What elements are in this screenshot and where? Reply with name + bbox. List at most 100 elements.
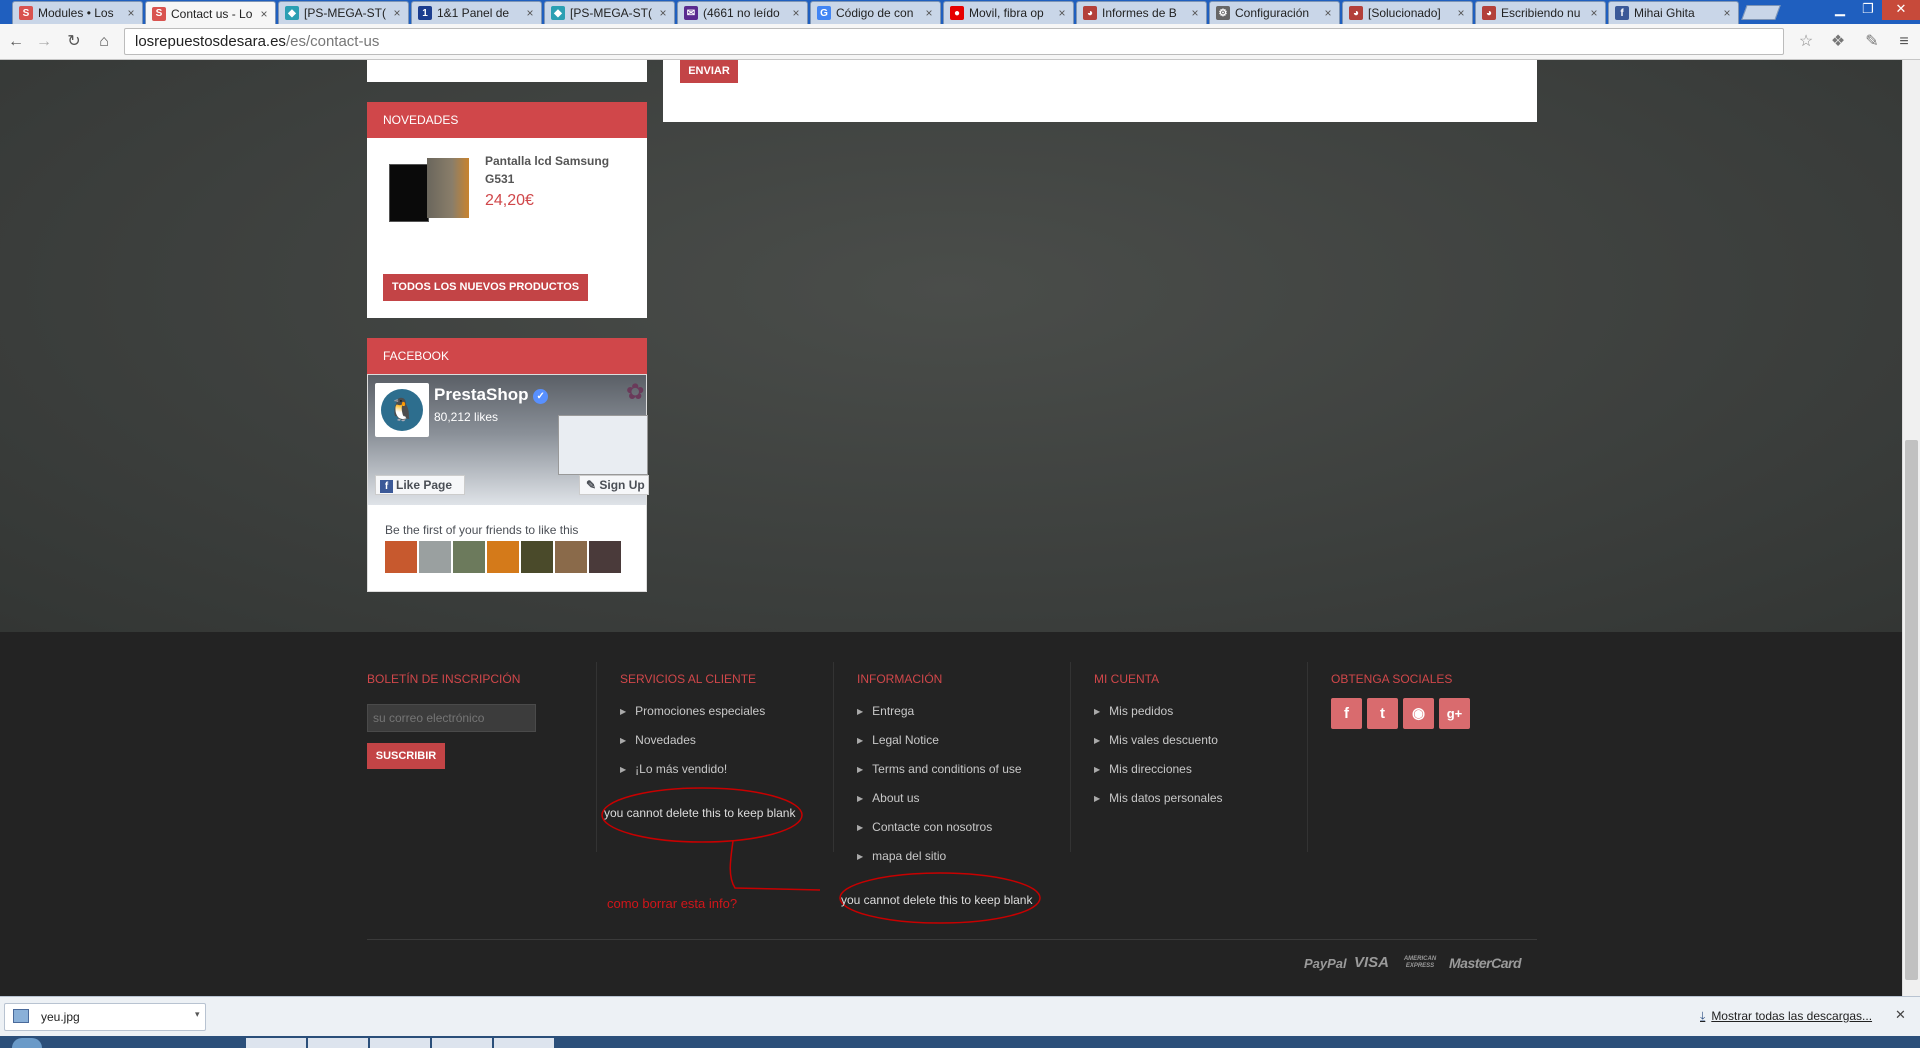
tab-favicon-icon: ◆ <box>285 6 299 20</box>
footer-link-pedidos[interactable]: ▶ Mis pedidos <box>1094 704 1173 718</box>
browser-tab[interactable]: ◕ Informes de B × <box>1076 1 1207 24</box>
tab-close-icon[interactable]: × <box>523 6 537 20</box>
footer-link-entrega[interactable]: ▶ Entrega <box>857 704 914 718</box>
os-taskbar <box>0 1036 1920 1048</box>
scrollbar-thumb[interactable] <box>1905 440 1918 980</box>
friend-avatar[interactable] <box>385 541 417 573</box>
friend-avatar[interactable] <box>589 541 621 573</box>
sign-up-button[interactable]: ✎ Sign Up <box>579 475 649 495</box>
tab-close-icon[interactable]: × <box>656 6 670 20</box>
taskbar-app[interactable] <box>246 1038 306 1048</box>
tab-title: Movil, fibra op <box>969 6 1044 20</box>
new-tab-button[interactable] <box>1741 5 1781 20</box>
browser-tab[interactable]: ⚙ Configuración × <box>1209 1 1340 24</box>
all-new-products-button[interactable]: TODOS LOS NUEVOS PRODUCTOS <box>383 274 588 301</box>
browser-tab[interactable]: ◆ [PS-MEGA-ST(× <box>544 1 675 24</box>
browser-tab[interactable]: ● Movil, fibra op × <box>943 1 1074 24</box>
friend-avatar[interactable] <box>487 541 519 573</box>
twitter-icon[interactable]: t <box>1367 698 1398 729</box>
chevron-down-icon[interactable]: ▾ <box>195 1009 200 1020</box>
friend-avatar[interactable] <box>419 541 451 573</box>
minimize-icon[interactable]: ▁ <box>1826 0 1854 20</box>
footer-link-datos[interactable]: ▶ Mis datos personales <box>1094 791 1223 805</box>
flower-icon: ✿ <box>626 379 645 404</box>
start-button[interactable] <box>12 1038 42 1048</box>
back-icon[interactable]: ← <box>6 32 26 52</box>
browser-tab[interactable]: ◕ Escribiendo nu × <box>1475 1 1606 24</box>
menu-icon[interactable]: ≡ <box>1894 32 1914 52</box>
caret-right-icon: ▶ <box>1094 794 1101 803</box>
newsletter-email-input[interactable] <box>367 704 536 732</box>
friend-avatar[interactable] <box>555 541 587 573</box>
tab-close-icon[interactable]: × <box>1321 6 1335 20</box>
tab-close-icon[interactable]: × <box>1587 6 1601 20</box>
tab-close-icon[interactable]: × <box>1188 6 1202 20</box>
show-all-downloads-link[interactable]: ⤓ Mostrar todas las descargas... <box>1700 1009 1872 1024</box>
reload-icon[interactable]: ↻ <box>64 32 84 52</box>
tab-close-icon[interactable]: × <box>1055 6 1069 20</box>
browser-tab[interactable]: S Contact us - Lo × <box>145 1 276 25</box>
browser-tab[interactable]: 1 1&1 Panel de × <box>411 1 542 24</box>
taskbar-app[interactable] <box>494 1038 554 1048</box>
taskbar-app[interactable] <box>370 1038 430 1048</box>
browser-tab[interactable]: ◕ [Solucionado] × <box>1342 1 1473 24</box>
like-page-button[interactable]: f Like Page <box>375 475 465 495</box>
browser-tab[interactable]: S Modules • Los × <box>12 1 143 24</box>
friend-avatar[interactable] <box>453 541 485 573</box>
footer-link-promociones[interactable]: ▶ Promociones especiales <box>620 704 765 718</box>
taskbar-app[interactable] <box>308 1038 368 1048</box>
address-bar[interactable]: losrepuestosdesara.es/es/contact-us <box>124 28 1784 55</box>
taskbar-app[interactable] <box>432 1038 492 1048</box>
tab-close-icon[interactable]: × <box>257 7 271 21</box>
footer-link-novedades[interactable]: ▶ Novedades <box>620 733 696 747</box>
tab-title: Contact us - Lo <box>171 6 253 21</box>
friend-avatar[interactable] <box>521 541 553 573</box>
tab-close-icon[interactable]: × <box>390 6 404 20</box>
send-button[interactable]: ENVIAR <box>680 60 738 83</box>
footer-link-direcciones[interactable]: ▶ Mis direcciones <box>1094 762 1192 776</box>
visa-logo: VISA <box>1354 954 1390 971</box>
tab-close-icon[interactable]: × <box>922 6 936 20</box>
browser-tab[interactable]: ✉ (4661 no leído × <box>677 1 808 24</box>
product-image-back <box>427 158 469 218</box>
tab-favicon-icon: S <box>19 6 33 20</box>
footer-link-legal[interactable]: ▶ Legal Notice <box>857 733 939 747</box>
facebook-page-name[interactable]: PrestaShop ✓ <box>434 385 549 405</box>
home-icon[interactable]: ⌂ <box>94 32 114 52</box>
restore-icon[interactable]: ❐ <box>1854 0 1882 20</box>
browser-tab[interactable]: ◆ [PS-MEGA-ST(× <box>278 1 409 24</box>
tab-close-icon[interactable]: × <box>789 6 803 20</box>
google-plus-icon[interactable]: g+ <box>1439 698 1470 729</box>
newsletter-heading: BOLETÍN DE INSCRIPCIÓN <box>367 672 521 686</box>
downloads-bar: yeu.jpg ▾ ⤓ Mostrar todas las descargas..… <box>0 996 1920 1036</box>
extension-icon[interactable]: ✎ <box>1862 32 1882 52</box>
facebook-heading: FACEBOOK <box>367 338 647 374</box>
download-item[interactable]: yeu.jpg ▾ <box>4 1003 206 1031</box>
forward-icon[interactable]: → <box>34 32 54 52</box>
dropbox-icon[interactable]: ❖ <box>1828 32 1848 52</box>
product-name[interactable]: Pantalla lcd Samsung G531 <box>485 152 635 188</box>
tab-title: [Solucionado] <box>1368 6 1441 20</box>
close-window-icon[interactable]: ✕ <box>1882 0 1920 20</box>
caret-right-icon: ▶ <box>1094 736 1101 745</box>
footer-link-mas-vendido[interactable]: ▶ ¡Lo más vendido! <box>620 762 727 776</box>
subscribe-button[interactable]: SUSCRIBIR <box>367 743 445 769</box>
footer-link-terms[interactable]: ▶ Terms and conditions of use <box>857 762 1022 776</box>
tab-favicon-icon: ● <box>950 6 964 20</box>
tab-close-icon[interactable]: × <box>1720 6 1734 20</box>
product-image[interactable] <box>389 164 429 222</box>
annotation-note-1: you cannot delete this to keep blank <box>604 806 796 820</box>
footer-link-vales[interactable]: ▶ Mis vales descuento <box>1094 733 1218 747</box>
page-scrollbar[interactable] <box>1902 60 1920 996</box>
bookmark-star-icon[interactable]: ☆ <box>1796 32 1816 52</box>
rss-icon[interactable]: ◉ <box>1403 698 1434 729</box>
caret-right-icon: ▶ <box>1094 765 1101 774</box>
browser-tab[interactable]: f Mihai Ghita × <box>1608 1 1739 24</box>
prestashop-avatar[interactable]: 🐧 <box>375 383 429 437</box>
facebook-icon[interactable]: f <box>1331 698 1362 729</box>
close-downloads-icon[interactable]: ✕ <box>1895 1007 1906 1023</box>
tab-close-icon[interactable]: × <box>1454 6 1468 20</box>
tab-close-icon[interactable]: × <box>124 6 138 20</box>
browser-tab[interactable]: G Código de con × <box>810 1 941 24</box>
pencil-icon: ✎ <box>586 478 600 492</box>
